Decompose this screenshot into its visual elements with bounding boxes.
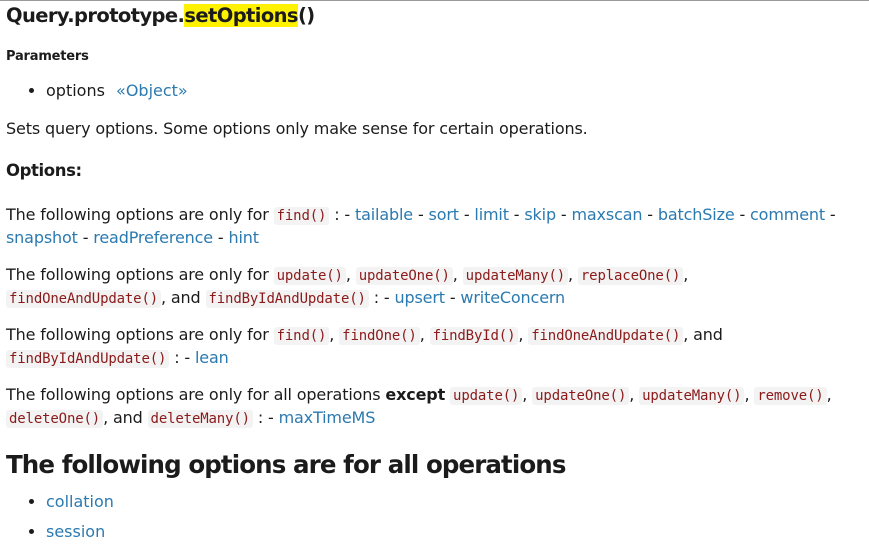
op-code: replaceOne() [577,267,684,285]
description: Sets query options. Some options only ma… [6,119,588,138]
and-text: and [112,408,143,427]
all-except-paragraph: The following options are only for all o… [6,385,832,428]
option-link-sort[interactable]: sort [429,205,460,224]
update-only-paragraph: The following options are only for updat… [6,265,689,308]
op-code: findById() [429,327,519,345]
parameter-type-link[interactable]: «Object» [116,81,188,100]
op-code: find() [273,327,330,345]
option-link-comment[interactable]: comment [750,205,825,224]
option-link-readpreference[interactable]: readPreference [93,228,213,247]
lead-text: The following options are only for [6,265,269,284]
op-code: update() [450,387,523,405]
op-code: updateOne() [532,387,630,405]
parameter-item: options «Object» [46,80,188,102]
option-link-snapshot[interactable]: snapshot [6,228,78,247]
lead-text: The following options are only for [6,205,269,224]
option-link-upsert[interactable]: upsert [394,288,445,307]
list-item: session [46,521,114,543]
option-link-tailable[interactable]: tailable [355,205,413,224]
op-code: findOne() [339,327,420,345]
parameter-name: options [46,81,105,100]
option-link-session[interactable]: session [46,522,105,541]
lean-only-paragraph: The following options are only for find(… [6,325,723,368]
op-code: remove() [754,387,827,405]
option-link-lean[interactable]: lean [195,348,229,367]
op-code: findOneAndUpdate() [528,327,684,345]
option-link-skip[interactable]: skip [524,205,556,224]
op-code: findOneAndUpdate() [6,290,162,308]
option-link-maxscan[interactable]: maxscan [571,205,642,224]
title-prefix: Query.prototype. [6,4,185,27]
op-code: deleteOne() [6,410,104,428]
option-link-maxtimems[interactable]: maxTimeMS [279,408,376,427]
option-link-writeconcern[interactable]: writeConcern [460,288,565,307]
option-link-collation[interactable]: collation [46,492,114,511]
page-title: Query.prototype.setOptions() [6,4,315,27]
op-code: find() [273,207,330,225]
and-text: and [170,288,201,307]
find-only-paragraph: The following options are only for find(… [6,205,836,247]
lead-text: The following options are only for [6,325,269,344]
all-operations-heading: The following options are for all operat… [6,450,566,479]
op-code: findByIdAndUpdate() [6,350,170,368]
op-code: updateMany() [639,387,745,405]
op-code: deleteMany() [147,410,253,428]
lead-text: The following options are only for all o… [6,385,381,404]
title-suffix: () [297,4,315,27]
option-link-batchsize[interactable]: batchSize [658,205,735,224]
op-code: findByIdAndUpdate() [205,290,369,308]
parameters-heading: Parameters [6,49,89,64]
except-text: except [385,385,446,404]
option-link-hint[interactable]: hint [228,228,259,247]
op-code: update() [273,267,346,285]
and-text: and [693,325,723,344]
all-operations-list: collation session [26,491,114,551]
list-item: collation [46,491,114,513]
op-code: updateOne() [355,267,453,285]
option-link-limit[interactable]: limit [474,205,509,224]
parameters-list: options «Object» [26,80,188,102]
op-code: updateMany() [462,267,569,285]
title-highlight: setOptions [184,4,299,27]
options-heading: Options: [6,161,82,180]
